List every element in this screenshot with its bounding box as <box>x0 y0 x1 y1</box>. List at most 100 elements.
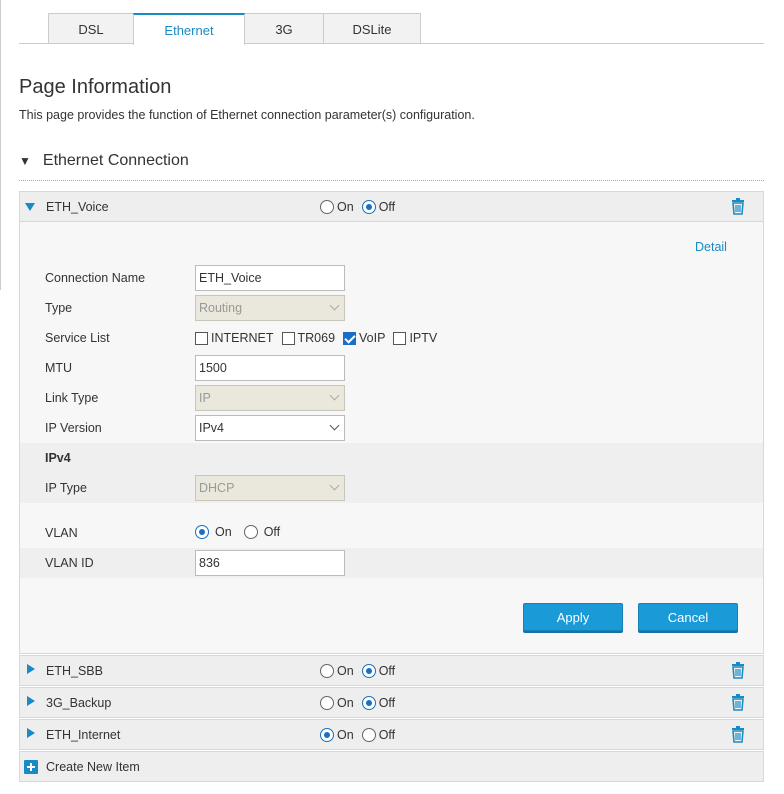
tab-ethernet[interactable]: Ethernet <box>133 13 245 45</box>
on-radio[interactable] <box>320 664 334 678</box>
link-type-label: Link Type <box>45 391 99 405</box>
section-title: Ethernet Connection <box>42 152 189 169</box>
ip-version-select[interactable]: IPv4 <box>195 415 345 441</box>
on-radio[interactable] <box>320 696 334 710</box>
on-label: On <box>337 696 354 710</box>
ip-type-label: IP Type <box>45 481 87 495</box>
left-border <box>0 0 1 290</box>
tab-divider <box>19 43 764 44</box>
service-checkboxes: INTERNET TR069 VoIP IPTV <box>195 331 445 345</box>
voip-label: VoIP <box>359 331 386 345</box>
collapse-triangle-icon: ▼ <box>19 154 31 168</box>
connection-type-tabs: DSL Ethernet 3G DSLite <box>48 13 421 45</box>
trash-icon[interactable] <box>730 694 746 714</box>
mtu-label: MTU <box>45 361 73 375</box>
chevron-down-icon <box>329 300 340 311</box>
link-type-row: Link Type IP <box>20 383 763 413</box>
tab-dsl[interactable]: DSL <box>48 13 134 44</box>
connection-detail-panel: Detail Connection Name Type Routing Serv… <box>19 222 764 654</box>
vlan-id-label: VLAN ID <box>45 556 94 570</box>
voip-checkbox[interactable] <box>343 331 357 345</box>
vlan-off-radio[interactable] <box>243 525 258 539</box>
trash-icon[interactable] <box>730 198 746 218</box>
plus-icon[interactable] <box>24 760 38 774</box>
on-label: On <box>337 728 354 742</box>
on-radio[interactable] <box>320 200 334 214</box>
iptv-checkbox[interactable] <box>393 331 407 345</box>
service-list-row: Service List INTERNET TR069 VoIP IPTV <box>20 323 763 353</box>
create-new-item-row[interactable]: Create New Item <box>19 751 764 782</box>
internet-checkbox[interactable] <box>195 331 208 345</box>
vlan-id-input[interactable] <box>195 550 345 576</box>
trash-icon[interactable] <box>730 726 746 746</box>
link-type-value: IP <box>199 391 211 405</box>
tr069-label: TR069 <box>297 331 336 345</box>
detail-link[interactable]: Detail <box>695 240 727 254</box>
connection-row-3g-backup[interactable]: 3G_Backup On Off <box>19 687 764 718</box>
vlan-row: VLAN On Off <box>20 518 763 548</box>
off-radio[interactable] <box>361 200 376 214</box>
apply-button[interactable]: Apply <box>523 603 623 631</box>
connection-name: ETH_Internet <box>46 728 121 742</box>
page-title: Page Information <box>19 76 172 98</box>
expand-arrow-icon[interactable] <box>27 728 35 738</box>
ip-version-value: IPv4 <box>199 421 225 435</box>
connection-toggle: On Off <box>320 728 403 742</box>
connection-row-eth-internet[interactable]: ETH_Internet On Off <box>19 719 764 750</box>
connection-toggle: On Off <box>320 696 403 710</box>
service-list-label: Service List <box>45 331 110 345</box>
vlan-on-radio[interactable] <box>195 525 209 539</box>
tab-3g[interactable]: 3G <box>244 13 324 44</box>
iptv-label: IPTV <box>409 331 438 345</box>
cancel-button[interactable]: Cancel <box>638 603 738 631</box>
connection-name-input[interactable] <box>195 265 345 291</box>
mtu-row: MTU <box>20 353 763 383</box>
off-radio[interactable] <box>361 728 376 742</box>
tab-dslite[interactable]: DSLite <box>323 13 421 44</box>
connection-name: ETH_SBB <box>46 664 103 678</box>
off-radio[interactable] <box>361 696 376 710</box>
vlan-id-row: VLAN ID <box>20 548 763 578</box>
vlan-toggle: On Off <box>195 525 292 539</box>
vlan-label: VLAN <box>45 526 78 540</box>
internet-label: INTERNET <box>211 331 274 345</box>
chevron-down-icon <box>329 480 340 491</box>
vlan-on-label: On <box>215 525 232 539</box>
connection-toggle: On Off <box>320 664 403 678</box>
on-radio[interactable] <box>320 728 334 742</box>
link-type-select[interactable]: IP <box>195 385 345 411</box>
off-label: Off <box>378 728 396 742</box>
expand-arrow-icon[interactable] <box>25 203 35 211</box>
connection-row-eth-voice[interactable]: ETH_Voice On Off <box>19 191 764 222</box>
type-value: Routing <box>199 301 243 315</box>
trash-icon[interactable] <box>730 662 746 682</box>
section-header[interactable]: ▼ Ethernet Connection <box>19 152 189 170</box>
ip-type-row: IP Type DHCP <box>20 473 763 503</box>
section-divider <box>19 180 764 181</box>
off-radio[interactable] <box>361 664 376 678</box>
expand-arrow-icon[interactable] <box>27 664 35 674</box>
off-label: Off <box>378 200 396 214</box>
mtu-input[interactable] <box>195 355 345 381</box>
off-label: Off <box>378 696 396 710</box>
chevron-down-icon <box>329 390 340 401</box>
ip-type-select[interactable]: DHCP <box>195 475 345 501</box>
expand-arrow-icon[interactable] <box>27 696 35 706</box>
connection-toggle: On Off <box>320 200 403 214</box>
connection-row-eth-sbb[interactable]: ETH_SBB On Off <box>19 655 764 686</box>
connection-name: 3G_Backup <box>46 696 112 710</box>
ip-version-label: IP Version <box>45 421 102 435</box>
type-label: Type <box>45 301 73 315</box>
on-label: On <box>337 200 354 214</box>
tr069-checkbox[interactable] <box>281 331 295 345</box>
ipv4-header: IPv4 <box>45 451 71 465</box>
chevron-down-icon <box>329 420 340 431</box>
type-row: Type Routing <box>20 293 763 323</box>
create-new-item-label[interactable]: Create New Item <box>46 760 140 774</box>
type-select[interactable]: Routing <box>195 295 345 321</box>
connection-name-row: Connection Name <box>20 263 763 293</box>
ip-version-row: IP Version IPv4 <box>20 413 763 443</box>
connection-name: ETH_Voice <box>46 200 109 214</box>
off-label: Off <box>378 664 396 678</box>
page-description: This page provides the function of Ether… <box>19 108 475 122</box>
